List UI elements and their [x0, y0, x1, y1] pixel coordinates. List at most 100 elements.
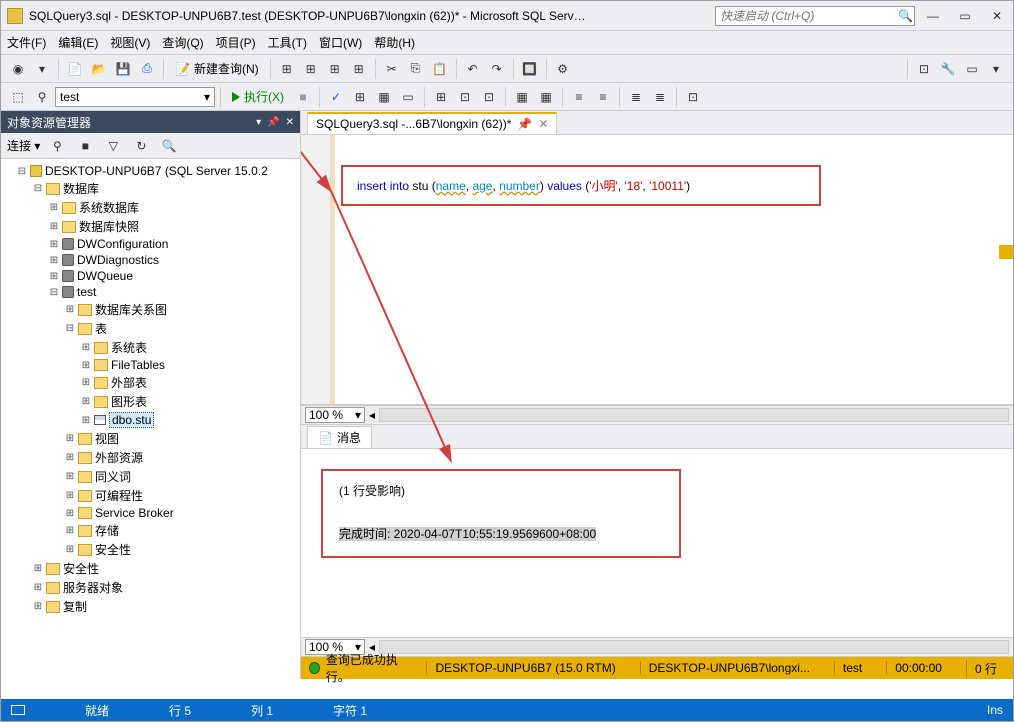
sysdb-node[interactable]: ⊞系统数据库 [49, 198, 300, 217]
dbsnap-node[interactable]: ⊞数据库快照 [49, 217, 300, 236]
sql-code-body[interactable]: insert into stu (name, age, number) valu… [331, 135, 1013, 404]
programmability-node[interactable]: ⊞可编程性 [65, 486, 300, 505]
object-tree[interactable]: ⊟DESKTOP-UNPU6B7 (SQL Server 15.0.2 ⊟数据库… [1, 159, 300, 679]
dax-icon[interactable]: ⊞ [348, 58, 370, 80]
xmla-icon[interactable]: ⊞ [324, 58, 346, 80]
more-icon[interactable]: ▾ [985, 58, 1007, 80]
dwconfig-node[interactable]: ⊞DWConfiguration [49, 236, 300, 252]
new-project-icon[interactable]: 📄 [64, 58, 86, 80]
zoom-select[interactable]: 100 %▾ [305, 407, 365, 423]
opt5-icon[interactable]: ▦ [535, 86, 557, 108]
nav-fwd-icon[interactable]: ▾ [31, 58, 53, 80]
opt2-icon[interactable]: ⊡ [454, 86, 476, 108]
change-conn-icon[interactable]: ⚲ [31, 86, 53, 108]
indent-icon[interactable]: ≡ [568, 86, 590, 108]
opt4-icon[interactable]: ▦ [511, 86, 533, 108]
exttables-node[interactable]: ⊞外部表 [81, 373, 300, 392]
opt-end-icon[interactable]: ⊡ [682, 86, 704, 108]
connect-button[interactable]: 连接 ▾ [7, 137, 40, 154]
solution-icon[interactable]: ⚙ [552, 58, 574, 80]
save-icon[interactable]: 💾 [112, 58, 134, 80]
pin-icon[interactable]: 📌 [267, 117, 279, 128]
messages-tab[interactable]: 📄 消息 [307, 426, 372, 448]
filter-icon[interactable]: ▽ [102, 135, 124, 157]
serverobjects-node[interactable]: ⊞服务器对象 [33, 578, 300, 597]
results-grid-icon[interactable]: ▦ [373, 86, 395, 108]
menu-query[interactable]: 查询(Q) [162, 34, 203, 51]
disconnect-icon[interactable]: ⚲ [46, 135, 68, 157]
security-node[interactable]: ⊞安全性 [33, 559, 300, 578]
redo-icon[interactable]: ↷ [486, 58, 508, 80]
sql-editor[interactable]: insert into stu (name, age, number) valu… [301, 135, 1013, 405]
panel-dropdown-icon[interactable]: ▾ [256, 117, 261, 128]
storage-node[interactable]: ⊞存储 [65, 521, 300, 540]
plan-icon[interactable]: ⊞ [349, 86, 371, 108]
menu-file[interactable]: 文件(F) [7, 34, 46, 51]
menu-window[interactable]: 窗口(W) [319, 34, 362, 51]
systables-node[interactable]: ⊞系统表 [81, 338, 300, 357]
window-icon[interactable]: ▭ [961, 58, 983, 80]
synonyms-node[interactable]: ⊞同义词 [65, 467, 300, 486]
quick-launch-input[interactable] [716, 9, 898, 23]
scroll-left-icon[interactable]: ◂ [369, 408, 375, 422]
close-tab-icon[interactable]: ✕ [538, 117, 548, 131]
pin-tab-icon[interactable]: 📌 [517, 117, 532, 131]
menu-help[interactable]: 帮助(H) [374, 34, 415, 51]
tool-a-icon[interactable]: ⊡ [913, 58, 935, 80]
save-all-icon[interactable]: ⎙ [136, 58, 158, 80]
databases-node[interactable]: ⊟数据库 [33, 179, 300, 198]
quick-launch[interactable]: 🔍 [715, 6, 915, 26]
stop-icon[interactable]: ■ [292, 86, 314, 108]
open-icon[interactable]: 📂 [88, 58, 110, 80]
parse-icon[interactable]: ✓ [325, 86, 347, 108]
servicebroker-node[interactable]: ⊞Service Broker [65, 505, 300, 521]
scroll-track[interactable] [379, 408, 1009, 422]
opt1-icon[interactable]: ⊞ [430, 86, 452, 108]
panel-close-icon[interactable]: ✕ [286, 117, 294, 128]
mdx-icon[interactable]: ⊞ [276, 58, 298, 80]
search-tree-icon[interactable]: 🔍 [158, 135, 180, 157]
server-node[interactable]: ⊟DESKTOP-UNPU6B7 (SQL Server 15.0.2 [17, 163, 300, 179]
refresh-icon[interactable]: ↻ [130, 135, 152, 157]
uncomment-icon[interactable]: ≣ [649, 86, 671, 108]
filetables-node[interactable]: ⊞FileTables [81, 357, 300, 373]
document-tab[interactable]: SQLQuery3.sql -...6B7\longxin (62))* 📌 ✕ [307, 112, 557, 134]
menu-project[interactable]: 项目(P) [216, 34, 256, 51]
dwqueue-node[interactable]: ⊞DWQueue [49, 268, 300, 284]
find-icon[interactable]: 🔲 [519, 58, 541, 80]
wrench-icon[interactable]: 🔧 [937, 58, 959, 80]
dwdiag-node[interactable]: ⊞DWDiagnostics [49, 252, 300, 268]
cut-icon[interactable]: ✂ [381, 58, 403, 80]
nav-back-icon[interactable]: ◉ [7, 58, 29, 80]
results-text-icon[interactable]: ▭ [397, 86, 419, 108]
execute-button[interactable]: 执行(X) [226, 86, 290, 108]
menu-tool[interactable]: 工具(T) [268, 34, 307, 51]
maximize-button[interactable]: ▭ [955, 9, 975, 23]
testdb-node[interactable]: ⊟test [49, 284, 300, 300]
use-db-icon[interactable]: ⬚ [7, 86, 29, 108]
dbsecurity-node[interactable]: ⊞安全性 [65, 540, 300, 559]
search-icon[interactable]: 🔍 [898, 7, 914, 25]
dmx-icon[interactable]: ⊞ [300, 58, 322, 80]
menu-view[interactable]: 视图(V) [110, 34, 150, 51]
scroll-track[interactable] [379, 640, 1009, 654]
undo-icon[interactable]: ↶ [462, 58, 484, 80]
paste-icon[interactable]: 📋 [429, 58, 451, 80]
outdent-icon[interactable]: ≡ [592, 86, 614, 108]
messages-pane[interactable]: (1 行受影响) 完成时间: 2020-04-07T10:55:19.95696… [301, 449, 1013, 637]
diagrams-node[interactable]: ⊞数据库关系图 [65, 300, 300, 319]
graphtables-node[interactable]: ⊞图形表 [81, 392, 300, 411]
comment-icon[interactable]: ≣ [625, 86, 647, 108]
extres-node[interactable]: ⊞外部资源 [65, 448, 300, 467]
database-dropdown[interactable]: test ▾ [55, 87, 215, 107]
stop-conn-icon[interactable]: ■ [74, 135, 96, 157]
replication-node[interactable]: ⊞复制 [33, 597, 300, 616]
close-button[interactable]: ✕ [987, 9, 1007, 23]
dbo-stu-node[interactable]: ⊞dbo.stu [81, 411, 300, 429]
opt3-icon[interactable]: ⊡ [478, 86, 500, 108]
copy-icon[interactable]: ⎘ [405, 58, 427, 80]
menu-edit[interactable]: 编辑(E) [58, 34, 98, 51]
tables-node[interactable]: ⊟表 [65, 319, 300, 338]
minimize-button[interactable]: — [923, 9, 943, 23]
new-query-button[interactable]: 📝 新建查询(N) [169, 58, 265, 80]
